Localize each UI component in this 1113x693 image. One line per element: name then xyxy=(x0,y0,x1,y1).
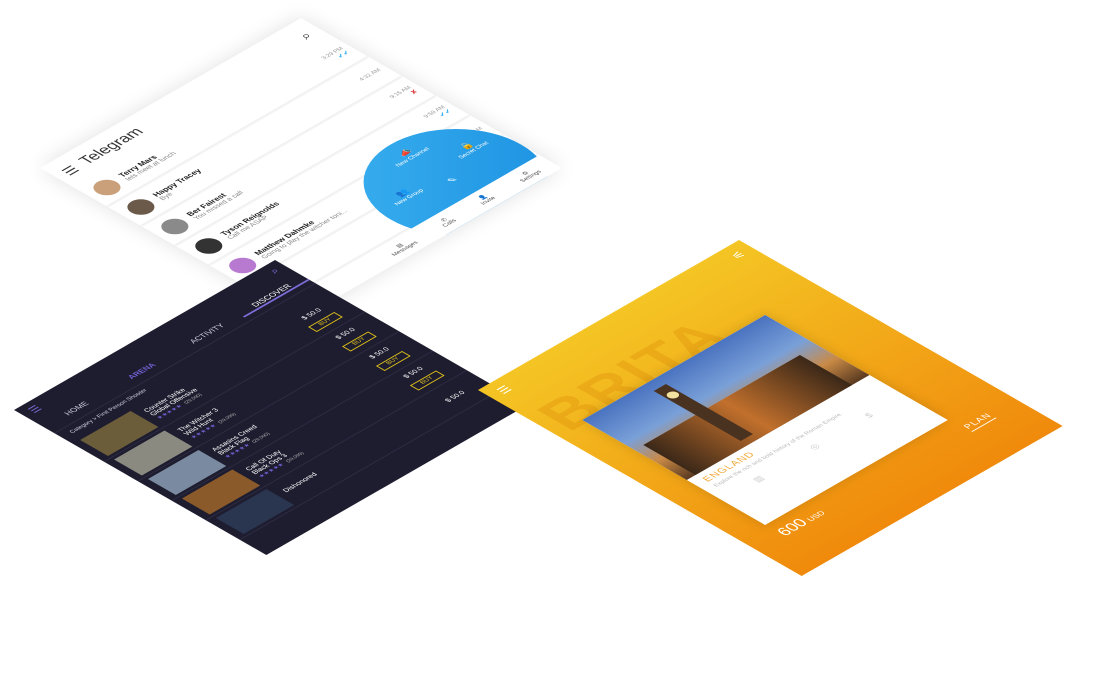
pencil-icon: ✎ xyxy=(444,175,461,185)
star-icon xyxy=(288,493,293,496)
tab-messages[interactable]: ▤ Messages xyxy=(384,237,420,258)
avatar xyxy=(121,196,161,218)
wifi-icon[interactable]: ◎ xyxy=(807,442,823,451)
tab-settings[interactable]: ⚙ Settings xyxy=(513,166,543,183)
tab-messages-label: Messages xyxy=(390,240,420,258)
menu-icon[interactable]: ☰ xyxy=(494,384,516,396)
menu-icon[interactable]: ☰ xyxy=(25,403,45,415)
price-currency: USD xyxy=(804,509,828,523)
fab-secret-chat[interactable]: 🔒 Secret Chat xyxy=(440,131,498,165)
fab-new-group[interactable]: 👥 New Group xyxy=(376,178,434,212)
avatar xyxy=(87,176,127,199)
tab-invite[interactable]: 👤 Invite xyxy=(473,192,497,205)
destination-photo xyxy=(582,315,870,480)
tab-calls[interactable]: ✆ Calls xyxy=(435,215,458,228)
avatar xyxy=(155,215,194,238)
chat-time: 4:32 AM xyxy=(358,68,383,83)
game-list: Counter Strike Global Offensive ★★★★★(29,… xyxy=(70,292,502,540)
dollar-icon[interactable]: $ xyxy=(863,412,877,420)
filter-icon[interactable]: ⚟ xyxy=(728,249,750,261)
arena-screen: ☰ ⌕ HOME ARENA ACTIVITY DISCOVER Categor… xyxy=(14,260,528,555)
map-icon[interactable]: ▥ xyxy=(751,474,768,484)
travel-screen: ☰ ⚟ BRITA ENGLAND Explore the rich and b… xyxy=(478,240,1063,576)
game-purchase: $ 50.0 xyxy=(430,382,480,411)
game-price: $ 50.0 xyxy=(443,389,467,404)
price-value: 600 xyxy=(773,516,812,539)
search-icon[interactable]: ⌕ xyxy=(267,266,284,276)
telegram-screen: ☰ Telegram ⌕ Terry Mars lets meet at lunc… xyxy=(40,18,562,318)
avatar xyxy=(189,235,228,257)
stage: ☰ Telegram ⌕ Terry Mars lets meet at lunc… xyxy=(0,0,1113,693)
rating-count xyxy=(291,491,296,494)
plan-button[interactable]: PLAN xyxy=(960,411,997,432)
fab-pencil[interactable]: ✎ xyxy=(426,165,479,196)
